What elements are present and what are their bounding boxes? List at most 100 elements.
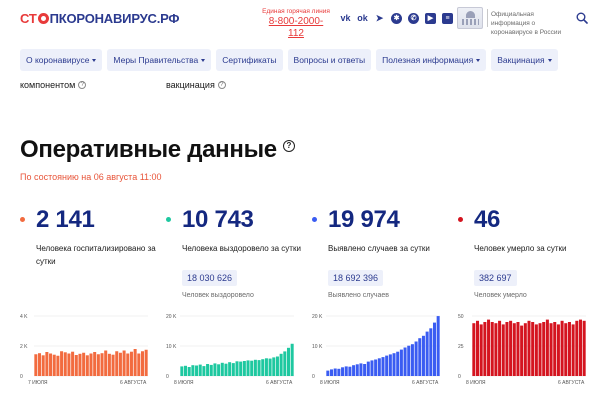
chart-bar[interactable]	[272, 357, 276, 376]
chart-bar[interactable]	[71, 351, 75, 376]
nav-item[interactable]: Полезная информация	[376, 49, 487, 71]
chart-bar[interactable]	[388, 354, 392, 376]
chart-bar[interactable]	[337, 368, 341, 376]
chart-bar[interactable]	[523, 323, 527, 376]
chart-bar[interactable]	[82, 352, 86, 376]
chart-bar[interactable]	[545, 319, 549, 376]
chart-bar[interactable]	[235, 361, 239, 376]
chart-bar[interactable]	[355, 364, 359, 376]
chart-bar[interactable]	[429, 328, 433, 376]
chart-bar[interactable]	[392, 353, 396, 376]
chart-bar[interactable]	[224, 363, 228, 376]
chart-bar[interactable]	[432, 322, 436, 376]
chart-bar[interactable]	[195, 365, 199, 377]
chart-bar[interactable]	[279, 353, 283, 376]
chart-bar[interactable]	[534, 324, 538, 376]
chart-bar[interactable]	[122, 350, 126, 377]
chart-bar[interactable]	[414, 341, 418, 377]
chart-bar[interactable]	[381, 357, 385, 376]
chart-bar[interactable]	[239, 361, 243, 376]
chart-bar[interactable]	[56, 355, 60, 376]
chart-bar[interactable]	[582, 320, 586, 376]
chart-bar[interactable]	[578, 319, 582, 376]
chart-bar[interactable]	[264, 358, 268, 376]
chart-bar[interactable]	[553, 322, 557, 376]
chart-bar[interactable]	[228, 362, 232, 376]
chart-bar[interactable]	[571, 324, 575, 376]
chart-bar[interactable]	[330, 369, 334, 376]
chart-bar[interactable]	[96, 354, 100, 376]
chart-bar[interactable]	[359, 363, 363, 376]
chart-bar[interactable]	[213, 363, 217, 376]
viber-icon[interactable]: ✆	[408, 13, 419, 24]
chart-bar[interactable]	[542, 322, 546, 376]
nav-item[interactable]: О коронавирусе	[20, 49, 103, 71]
chart-bar[interactable]	[137, 353, 141, 377]
search-icon[interactable]	[576, 12, 588, 24]
chart-bar[interactable]	[275, 356, 279, 377]
chart-bar[interactable]	[129, 351, 133, 376]
chart-bar[interactable]	[549, 323, 553, 376]
chart-bar[interactable]	[501, 324, 505, 376]
chart-bar[interactable]	[341, 367, 345, 376]
chart-bar[interactable]	[49, 353, 53, 377]
chart-bar[interactable]	[250, 360, 254, 376]
chart-bar[interactable]	[370, 360, 374, 376]
chart-bar[interactable]	[38, 353, 42, 376]
chart-bar[interactable]	[261, 359, 265, 376]
chart-bar[interactable]	[85, 355, 89, 376]
chart-bar[interactable]	[374, 359, 378, 377]
chart-bar[interactable]	[191, 365, 195, 376]
nav-item[interactable]: Вакцинация	[491, 49, 558, 71]
chart-bar[interactable]	[385, 355, 389, 376]
chart-bar[interactable]	[133, 349, 137, 376]
chart-bar[interactable]	[487, 319, 491, 376]
chart-bar[interactable]	[290, 343, 294, 376]
ok-round-icon[interactable]: ✱	[391, 13, 402, 24]
chart-bar[interactable]	[100, 353, 104, 376]
chart-bar[interactable]	[202, 366, 206, 376]
chart-bar[interactable]	[366, 361, 370, 376]
help-icon[interactable]: ?	[217, 81, 226, 89]
chart-bar[interactable]	[217, 364, 221, 376]
chart-bar[interactable]	[206, 364, 210, 376]
nav-item[interactable]: Вопросы и ответы	[287, 49, 372, 71]
chart-bar[interactable]	[556, 324, 560, 376]
chart-bar[interactable]	[399, 349, 403, 376]
chart-bar[interactable]	[377, 358, 381, 376]
chart-bar[interactable]	[257, 360, 261, 376]
help-icon[interactable]: ?	[282, 140, 295, 152]
chart-bar[interactable]	[538, 323, 542, 376]
government-emblem-icon[interactable]	[457, 7, 483, 29]
chart-bar[interactable]	[476, 320, 480, 376]
chart-bar[interactable]	[531, 322, 535, 376]
chart-bar[interactable]	[421, 335, 425, 376]
chart-bar[interactable]	[575, 320, 579, 376]
chart-bar[interactable]	[283, 351, 287, 376]
chart-bar[interactable]	[396, 351, 400, 376]
site-logo[interactable]: СТ ПКОРОНАВИРУС.РФ	[20, 11, 180, 26]
chart-bar[interactable]	[231, 363, 235, 376]
chart-bar[interactable]	[78, 353, 82, 376]
youtube-icon[interactable]: ▶	[425, 13, 436, 24]
chart-bar[interactable]	[115, 351, 119, 376]
chart-bar[interactable]	[126, 353, 130, 377]
chart-bar[interactable]	[220, 362, 224, 376]
chart-bar[interactable]	[286, 347, 290, 376]
chart-bar[interactable]	[490, 322, 494, 376]
chart-bar[interactable]	[509, 320, 513, 376]
chart-bar[interactable]	[111, 354, 115, 376]
chart-bar[interactable]	[253, 359, 257, 376]
chart-bar[interactable]	[333, 368, 337, 377]
chart-bar[interactable]	[140, 351, 144, 376]
chart-bar[interactable]	[564, 323, 568, 376]
chart-bar[interactable]	[344, 366, 348, 376]
nav-item[interactable]: Сертификаты	[216, 49, 283, 71]
chart-bar[interactable]	[187, 367, 191, 376]
chart-bar[interactable]	[34, 354, 38, 376]
chart-bar[interactable]	[512, 323, 516, 376]
chart-bar[interactable]	[67, 353, 71, 377]
chart-bar[interactable]	[198, 364, 202, 376]
chart-bar[interactable]	[407, 345, 411, 376]
chart-bar[interactable]	[89, 353, 93, 377]
